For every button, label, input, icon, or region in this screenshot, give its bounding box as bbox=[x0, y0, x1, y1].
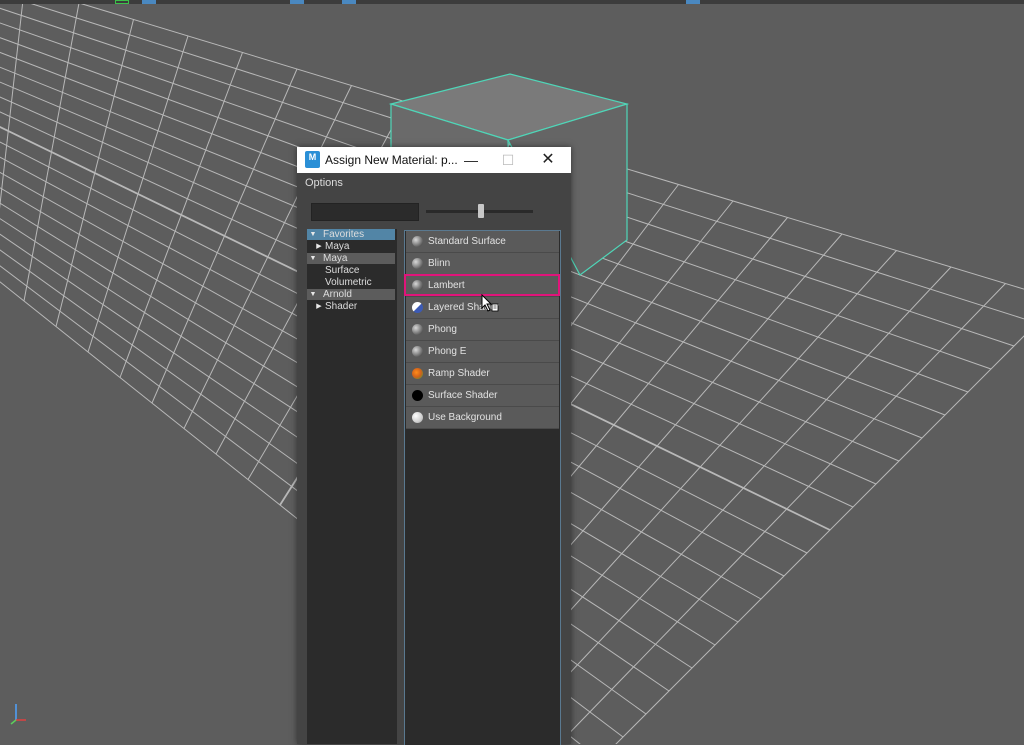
category-tree[interactable]: ▼ Favorites ▶ Maya ▼ Maya Surface Volumetric ▼ Ar… bbox=[307, 229, 397, 744]
tree-item-label: Arnold bbox=[323, 289, 352, 300]
tree-item[interactable]: Surface bbox=[307, 265, 395, 276]
material-item-label: Ramp Shader bbox=[428, 368, 490, 379]
material-item[interactable]: Ramp Shader bbox=[406, 363, 559, 385]
triangle-right-icon: ▶ bbox=[316, 243, 322, 250]
filter-input[interactable] bbox=[311, 203, 419, 221]
tree-item-label: Shader bbox=[325, 301, 358, 312]
toolbar-chip-blue[interactable] bbox=[142, 0, 156, 4]
material-item-label: Blinn bbox=[428, 258, 451, 269]
toolbar-chip-green[interactable] bbox=[115, 0, 129, 4]
tree-item[interactable]: ▶ Shader bbox=[307, 301, 395, 312]
top-toolbar-strip bbox=[0, 0, 1024, 4]
material-item-label: Phong bbox=[428, 324, 457, 335]
tree-item-label: Maya bbox=[323, 253, 348, 264]
material-swatch-icon bbox=[412, 368, 423, 379]
material-item-label: Lambert bbox=[428, 280, 465, 291]
triangle-right-icon: ▶ bbox=[316, 303, 322, 310]
material-swatch-icon bbox=[412, 390, 423, 401]
close-button[interactable]: ✕ bbox=[531, 147, 565, 173]
maximize-button[interactable]: ☐ bbox=[491, 147, 525, 173]
dialog-titlebar[interactable]: M Assign New Material: p... — ☐ ✕ bbox=[297, 147, 571, 173]
tree-item-label: Volumetric bbox=[325, 277, 372, 288]
material-item-label: Surface Shader bbox=[428, 390, 498, 401]
grid-line bbox=[567, 283, 1006, 735]
material-item-label: Use Background bbox=[428, 412, 502, 423]
tree-item[interactable]: ▼ Arnold bbox=[307, 289, 395, 300]
material-swatch-icon bbox=[412, 302, 423, 313]
minimize-icon: — bbox=[464, 152, 478, 168]
material-item[interactable]: Blinn bbox=[406, 253, 559, 275]
material-swatch-icon bbox=[412, 280, 423, 291]
material-item[interactable]: Standard Surface bbox=[406, 231, 559, 253]
triangle-down-icon: ▼ bbox=[309, 255, 317, 262]
axis-gizmo-icon bbox=[10, 704, 26, 725]
toolbar-chip-blue[interactable] bbox=[290, 0, 304, 4]
tree-item-label: Surface bbox=[325, 265, 360, 276]
triangle-down-icon: ▼ bbox=[309, 231, 317, 238]
close-icon: ✕ bbox=[541, 151, 555, 168]
material-swatch-icon bbox=[412, 236, 423, 247]
minimize-button[interactable]: — bbox=[454, 147, 488, 173]
tree-item[interactable]: ▶ Maya bbox=[307, 241, 395, 252]
tree-item[interactable]: Volumetric bbox=[307, 277, 395, 288]
menu-options[interactable]: Options bbox=[305, 177, 343, 189]
tree-item[interactable]: ▼ Maya bbox=[307, 253, 395, 264]
material-item-label: Standard Surface bbox=[428, 236, 506, 247]
material-item-label: Phong E bbox=[428, 346, 467, 357]
material-swatch-icon bbox=[412, 346, 423, 357]
dialog-title: Assign New Material: p... bbox=[325, 153, 458, 167]
maya-app-icon: M bbox=[305, 151, 320, 168]
material-swatch-icon bbox=[412, 412, 423, 423]
material-item[interactable]: Use Background bbox=[406, 407, 559, 429]
tree-item-label: Maya bbox=[325, 241, 350, 252]
assign-new-material-dialog: M Assign New Material: p... — ☐ ✕ Option… bbox=[297, 147, 571, 745]
material-swatch-icon bbox=[412, 324, 423, 335]
maximize-icon: ☐ bbox=[501, 152, 515, 168]
material-item[interactable]: Phong E bbox=[406, 341, 559, 363]
material-swatch-icon bbox=[412, 258, 423, 269]
tree-item[interactable]: ▼ Favorites bbox=[307, 229, 395, 240]
icon-size-slider-thumb[interactable] bbox=[478, 204, 484, 218]
material-item[interactable]: Phong bbox=[406, 319, 559, 341]
tree-item-label: Favorites bbox=[323, 229, 365, 240]
grid-line bbox=[535, 266, 952, 710]
material-item[interactable]: Surface Shader bbox=[406, 385, 559, 407]
toolbar-chip-blue[interactable] bbox=[342, 0, 356, 4]
toolbar-chip-blue[interactable] bbox=[686, 0, 700, 4]
triangle-down-icon: ▼ bbox=[309, 291, 317, 298]
cursor-with-drag-icon bbox=[481, 294, 499, 312]
